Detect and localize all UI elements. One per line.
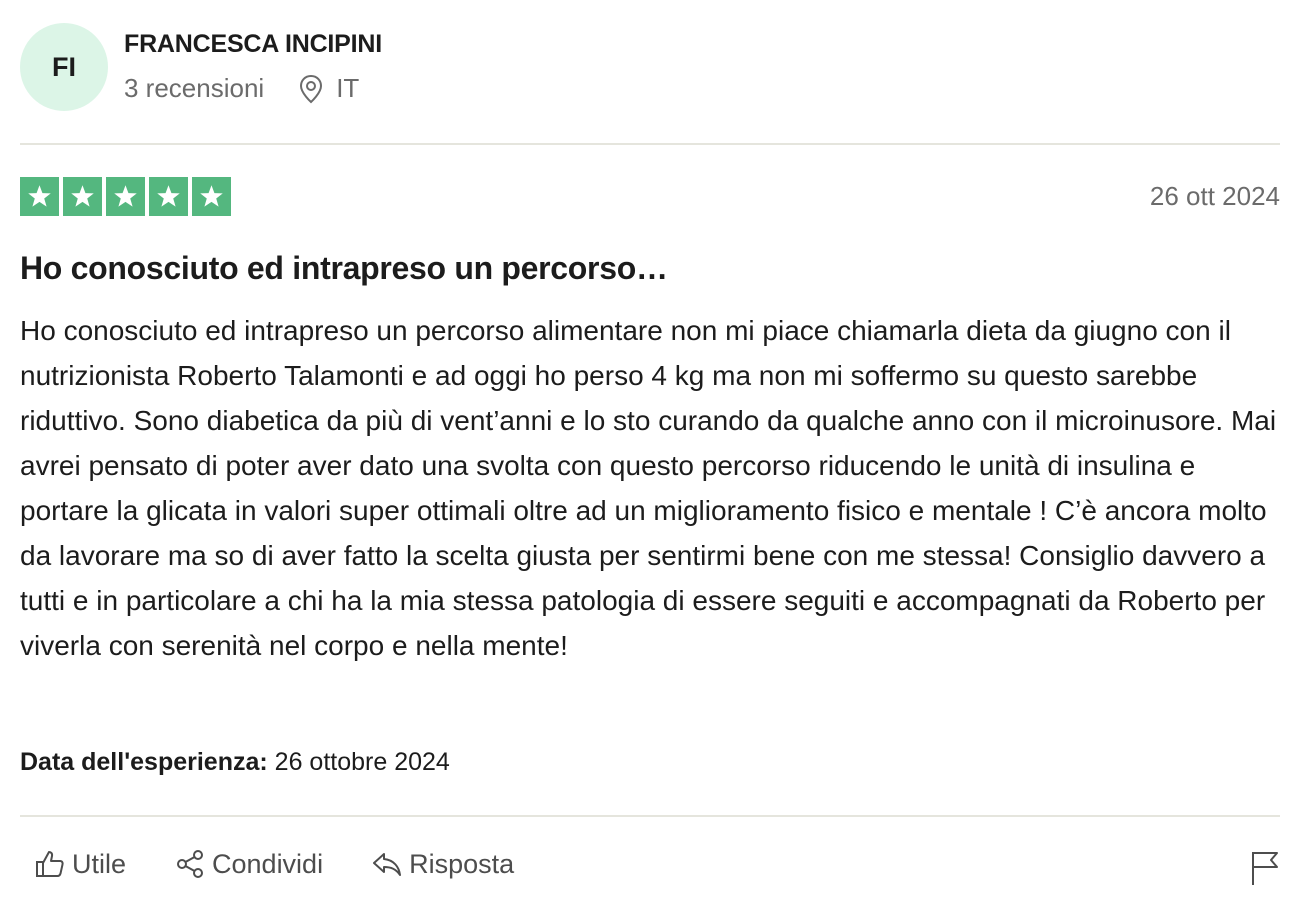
star-rating bbox=[20, 177, 231, 216]
reply-icon bbox=[371, 848, 403, 880]
divider bbox=[20, 143, 1280, 145]
useful-button[interactable]: Utile bbox=[34, 848, 126, 880]
reply-label: Risposta bbox=[409, 848, 515, 879]
experience-date: Data dell'esperienza: 26 ottobre 2024 bbox=[20, 748, 450, 777]
experience-date-label: Data dell'esperienza: bbox=[20, 748, 268, 776]
share-label: Condividi bbox=[212, 848, 324, 879]
star-icon bbox=[20, 177, 59, 216]
experience-date-value: 26 ottobre 2024 bbox=[274, 748, 450, 776]
location-pin-icon bbox=[298, 74, 324, 104]
review-date: 26 ott 2024 bbox=[1149, 181, 1280, 211]
avatar[interactable]: FI bbox=[20, 23, 108, 111]
star-icon bbox=[149, 177, 188, 216]
review-actions: Utile Condividi Risposta bbox=[34, 848, 562, 880]
reviews-count: 3 recensioni bbox=[124, 73, 265, 103]
avatar-initials: FI bbox=[52, 51, 76, 82]
review-title[interactable]: Ho conosciuto ed intrapreso un percorso… bbox=[20, 250, 668, 287]
divider bbox=[20, 815, 1280, 817]
reply-button[interactable]: Risposta bbox=[371, 848, 514, 880]
star-icon bbox=[106, 177, 145, 216]
share-button[interactable]: Condividi bbox=[174, 848, 323, 880]
share-icon bbox=[174, 848, 206, 880]
star-icon bbox=[192, 177, 231, 216]
thumbs-up-icon bbox=[34, 848, 66, 880]
star-icon bbox=[63, 177, 102, 216]
reviewer-country: IT bbox=[336, 73, 360, 103]
review-card: FI FRANCESCA INCIPINI 3 recensioni IT 26… bbox=[20, 0, 1280, 908]
review-text: Ho conosciuto ed intrapreso un percorso … bbox=[20, 315, 1277, 661]
reviewer-meta: 3 recensioni IT bbox=[124, 73, 359, 104]
flag-icon[interactable] bbox=[1250, 850, 1280, 886]
useful-label: Utile bbox=[72, 848, 127, 879]
reviewer-name[interactable]: FRANCESCA INCIPINI bbox=[124, 30, 382, 59]
